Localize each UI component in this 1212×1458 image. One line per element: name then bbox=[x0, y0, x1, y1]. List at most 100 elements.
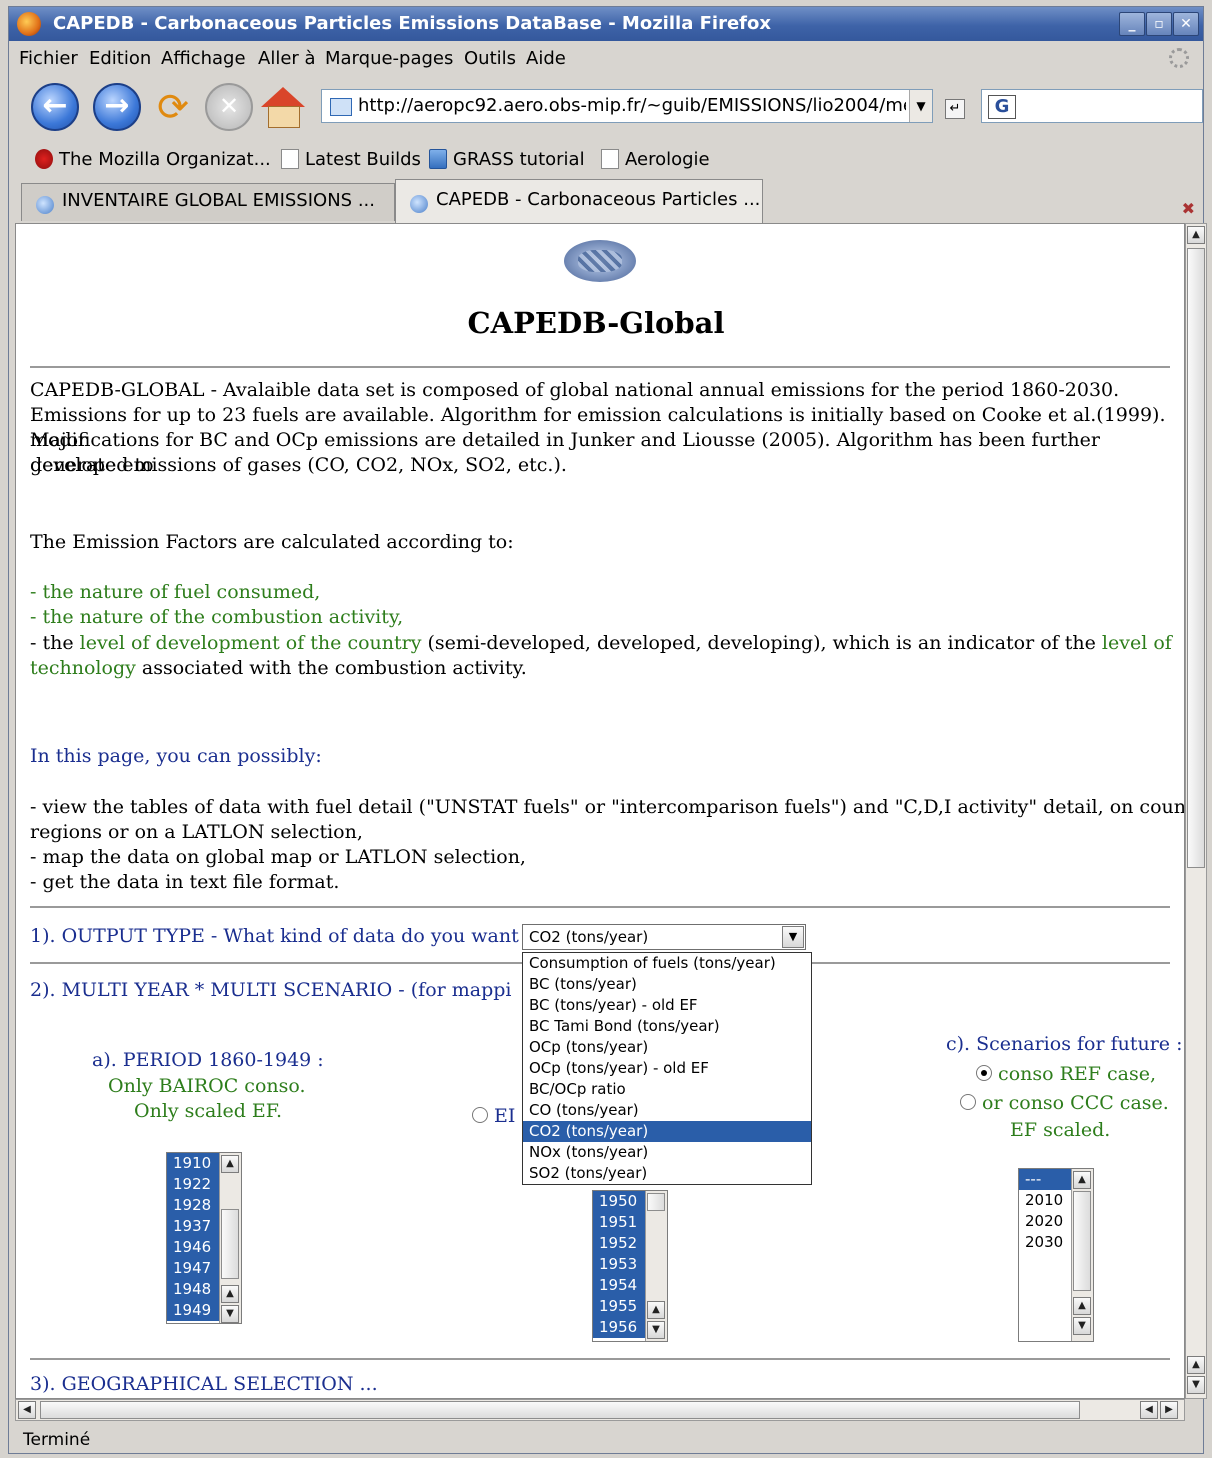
ef-item-1: - the nature of fuel consumed, bbox=[30, 581, 321, 603]
menu-edition[interactable]: Edition bbox=[89, 48, 151, 69]
scroll-down-icon[interactable]: ▼ bbox=[1073, 1317, 1091, 1335]
option-nox[interactable]: NOx (tons/year) bbox=[523, 1142, 811, 1163]
mozilla-icon bbox=[35, 149, 53, 169]
navigation-toolbar: ← → ⟳ ✕ http://aeropc92.aero.obs-mip.fr/… bbox=[9, 75, 1203, 139]
scroll-up-icon[interactable]: ▲ bbox=[647, 1301, 665, 1319]
scroll-up-icon[interactable]: ▲ bbox=[1187, 1356, 1205, 1374]
url-text[interactable]: http://aeropc92.aero.obs-mip.fr/~guib/EM… bbox=[358, 95, 906, 116]
close-tab-icon[interactable]: ✖ bbox=[1182, 199, 1195, 218]
can-line-3: - map the data on global map or LATLON s… bbox=[30, 846, 526, 868]
output-type-select[interactable]: CO2 (tons/year) ▼ bbox=[522, 924, 806, 950]
divider bbox=[30, 906, 1170, 908]
scroll-up-icon[interactable]: ▲ bbox=[221, 1285, 239, 1303]
option-ocp[interactable]: OCp (tons/year) bbox=[523, 1037, 811, 1058]
maximize-button[interactable]: ▫ bbox=[1146, 12, 1172, 36]
option-consumption[interactable]: Consumption of fuels (tons/year) bbox=[523, 953, 811, 974]
period-b-year-list[interactable]: 1950 1951 1952 1953 1954 1955 1956 ▲ ▼ bbox=[592, 1190, 668, 1342]
can-title: In this page, you can possibly: bbox=[30, 745, 322, 767]
window-title: CAPEDB - Carbonaceous Particles Emission… bbox=[53, 13, 771, 34]
q3-label: 3). GEOGRAPHICAL SELECTION ... bbox=[30, 1373, 378, 1395]
go-icon[interactable]: ↵ bbox=[945, 99, 965, 119]
url-bar[interactable]: http://aeropc92.aero.obs-mip.fr/~guib/EM… bbox=[321, 89, 933, 123]
option-bc-old-ef[interactable]: BC (tons/year) - old EF bbox=[523, 995, 811, 1016]
option-so2[interactable]: SO2 (tons/year) bbox=[523, 1163, 811, 1184]
option-bc[interactable]: BC (tons/year) bbox=[523, 974, 811, 995]
bookmark-grass-tutorial[interactable]: GRASS tutorial bbox=[429, 149, 585, 170]
page-horizontal-scrollbar[interactable]: ◀ ◀ ▶ bbox=[15, 1399, 1185, 1421]
scenario-ref[interactable]: conso REF case, bbox=[976, 1062, 1156, 1087]
scroll-left-icon[interactable]: ◀ bbox=[18, 1401, 36, 1419]
radio-button-checked[interactable] bbox=[976, 1065, 992, 1081]
scroll-up-icon[interactable]: ▲ bbox=[221, 1155, 239, 1173]
scroll-thumb[interactable] bbox=[1073, 1191, 1091, 1291]
option-bc-tami-bond[interactable]: BC Tami Bond (tons/year) bbox=[523, 1016, 811, 1037]
option-co2[interactable]: CO2 (tons/year) bbox=[523, 1121, 811, 1142]
menu-aide[interactable]: Aide bbox=[526, 48, 566, 69]
output-type-dropdown-list[interactable]: Consumption of fuels (tons/year) BC (ton… bbox=[522, 952, 812, 1185]
chevron-down-icon[interactable]: ▼ bbox=[782, 926, 804, 948]
scroll-up-icon[interactable]: ▲ bbox=[1073, 1297, 1091, 1315]
scrollbar[interactable]: ▲ ▲ ▼ bbox=[219, 1153, 241, 1323]
option-ocp-old-ef[interactable]: OCp (tons/year) - old EF bbox=[523, 1058, 811, 1079]
can-line-2: regions or on a LATLON selection, bbox=[30, 821, 363, 843]
url-history-dropdown[interactable]: ▼ bbox=[909, 90, 932, 122]
bookmark-mozilla[interactable]: The Mozilla Organizat... bbox=[35, 149, 271, 170]
scroll-thumb[interactable] bbox=[221, 1209, 239, 1279]
stop-icon[interactable]: ✕ bbox=[205, 83, 253, 131]
page-title: CAPEDB-Global bbox=[467, 306, 725, 340]
bookmark-latest-builds[interactable]: Latest Builds bbox=[281, 149, 421, 170]
google-search-icon[interactable]: G bbox=[988, 95, 1016, 119]
forward-icon[interactable]: → bbox=[93, 83, 141, 131]
ef-intro: The Emission Factors are calculated acco… bbox=[30, 531, 514, 553]
scenario-year-list[interactable]: --- 2010 2020 2030 ▲ ▲ ▼ bbox=[1018, 1168, 1094, 1342]
scenarios-title: c). Scenarios for future : bbox=[946, 1033, 1183, 1055]
menu-bar: Fichier Edition Affichage Aller à Marque… bbox=[9, 43, 1203, 73]
scroll-down-icon[interactable]: ▼ bbox=[1187, 1376, 1205, 1394]
reload-icon[interactable]: ⟳ bbox=[149, 83, 197, 131]
scrollbar[interactable]: ▲ ▼ bbox=[645, 1191, 667, 1341]
minimize-button[interactable]: _ bbox=[1119, 12, 1145, 36]
scroll-thumb[interactable] bbox=[647, 1193, 665, 1211]
globe-icon bbox=[410, 195, 428, 213]
radio-button[interactable] bbox=[472, 1107, 488, 1123]
scroll-left-icon[interactable]: ◀ bbox=[1140, 1401, 1158, 1419]
close-button[interactable]: ✕ bbox=[1173, 12, 1199, 36]
scroll-up-icon[interactable]: ▲ bbox=[1187, 226, 1205, 244]
menu-outils[interactable]: Outils bbox=[464, 48, 516, 69]
scenario-ef-scaled: EF scaled. bbox=[1010, 1119, 1111, 1141]
scroll-down-icon[interactable]: ▼ bbox=[647, 1321, 665, 1339]
home-icon[interactable] bbox=[259, 83, 307, 131]
option-co[interactable]: CO (tons/year) bbox=[523, 1100, 811, 1121]
menu-marque-pages[interactable]: Marque-pages bbox=[325, 48, 453, 69]
tab-inventaire[interactable]: INVENTAIRE GLOBAL EMISSIONS ... bbox=[21, 183, 395, 221]
scroll-down-icon[interactable]: ▼ bbox=[221, 1305, 239, 1323]
menu-fichier[interactable]: Fichier bbox=[19, 48, 78, 69]
tab-bar: INVENTAIRE GLOBAL EMISSIONS ... CAPEDB -… bbox=[9, 179, 1203, 223]
menu-affichage[interactable]: Affichage bbox=[161, 48, 246, 69]
back-icon[interactable]: ← bbox=[31, 83, 79, 131]
scenario-ccc[interactable]: or conso CCC case. bbox=[960, 1091, 1169, 1116]
divider bbox=[30, 1358, 1170, 1360]
q1-label: 1). OUTPUT TYPE - What kind of data do y… bbox=[30, 925, 535, 947]
tab-capedb[interactable]: CAPEDB - Carbonaceous Particles ... bbox=[395, 179, 763, 223]
scroll-thumb[interactable] bbox=[40, 1401, 1080, 1419]
q2-label: 2). MULTI YEAR * MULTI SCENARIO - (for m… bbox=[30, 979, 512, 1001]
page-content: CAPEDB-Global CAPEDB-GLOBAL - Avalaible … bbox=[15, 223, 1185, 1399]
search-box[interactable]: G bbox=[981, 89, 1203, 123]
option-bc-ocp-ratio[interactable]: BC/OCp ratio bbox=[523, 1079, 811, 1100]
menu-aller[interactable]: Aller à bbox=[258, 48, 316, 69]
ef-item-3-cont: technology associated with the combustio… bbox=[30, 657, 527, 679]
page-vertical-scrollbar[interactable]: ▲ ▲ ▼ bbox=[1185, 223, 1207, 1399]
scrollbar[interactable]: ▲ ▲ ▼ bbox=[1071, 1169, 1093, 1341]
bookmark-aerologie[interactable]: Aerologie bbox=[601, 149, 710, 170]
scroll-right-icon[interactable]: ▶ bbox=[1160, 1401, 1178, 1419]
period-b-radio[interactable]: EI bbox=[472, 1104, 515, 1129]
period-a-year-list[interactable]: 1910 1922 1928 1937 1946 1947 1948 1949 … bbox=[166, 1152, 242, 1324]
intro-line-1: CAPEDB-GLOBAL - Avalaible data set is co… bbox=[30, 379, 1120, 401]
scroll-up-icon[interactable]: ▲ bbox=[1073, 1171, 1091, 1189]
status-text: Terminé bbox=[23, 1430, 91, 1450]
period-a-line-2: Only scaled EF. bbox=[134, 1100, 283, 1122]
firefox-logo-icon bbox=[17, 12, 41, 36]
radio-button[interactable] bbox=[960, 1094, 976, 1110]
scroll-thumb[interactable] bbox=[1187, 248, 1205, 868]
